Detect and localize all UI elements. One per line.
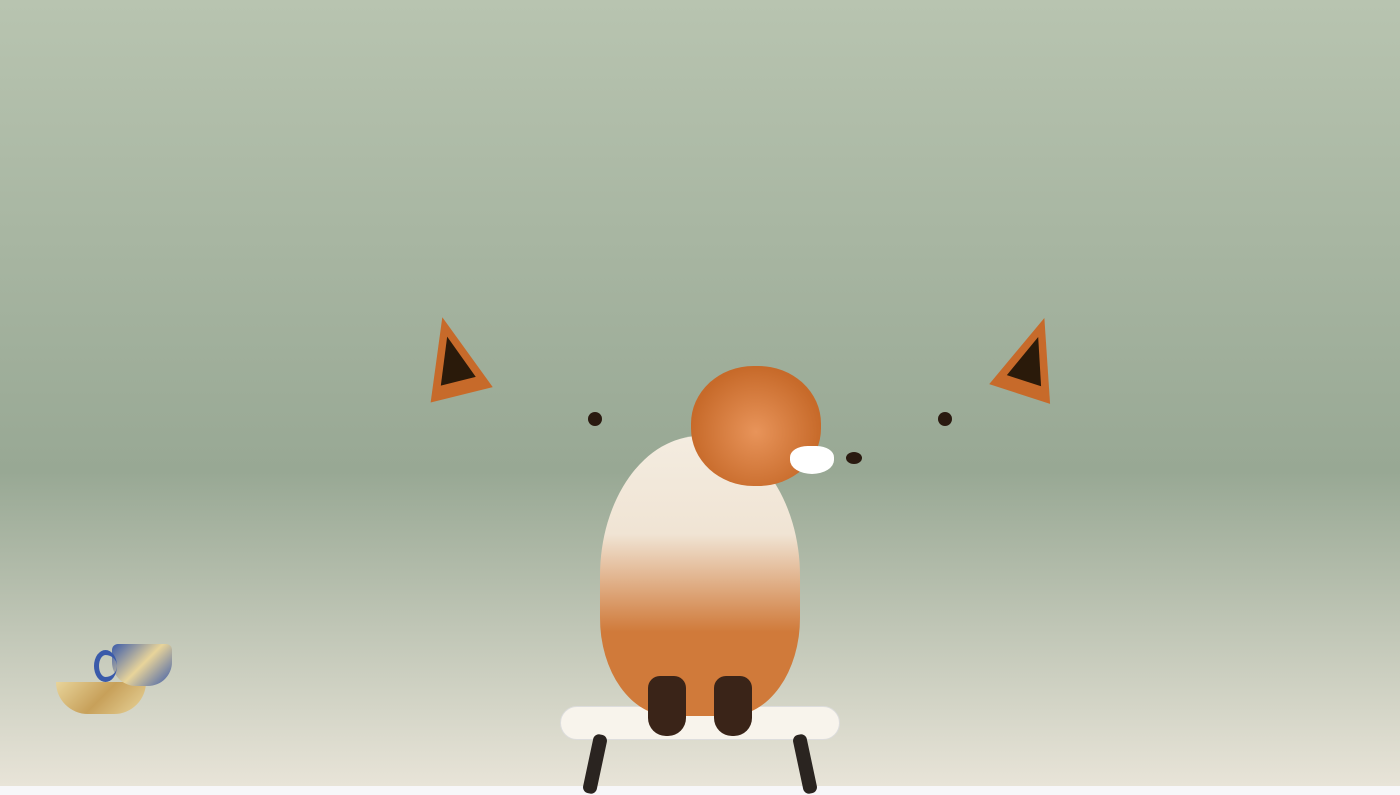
generated-image-2[interactable] [904,271,1280,739]
